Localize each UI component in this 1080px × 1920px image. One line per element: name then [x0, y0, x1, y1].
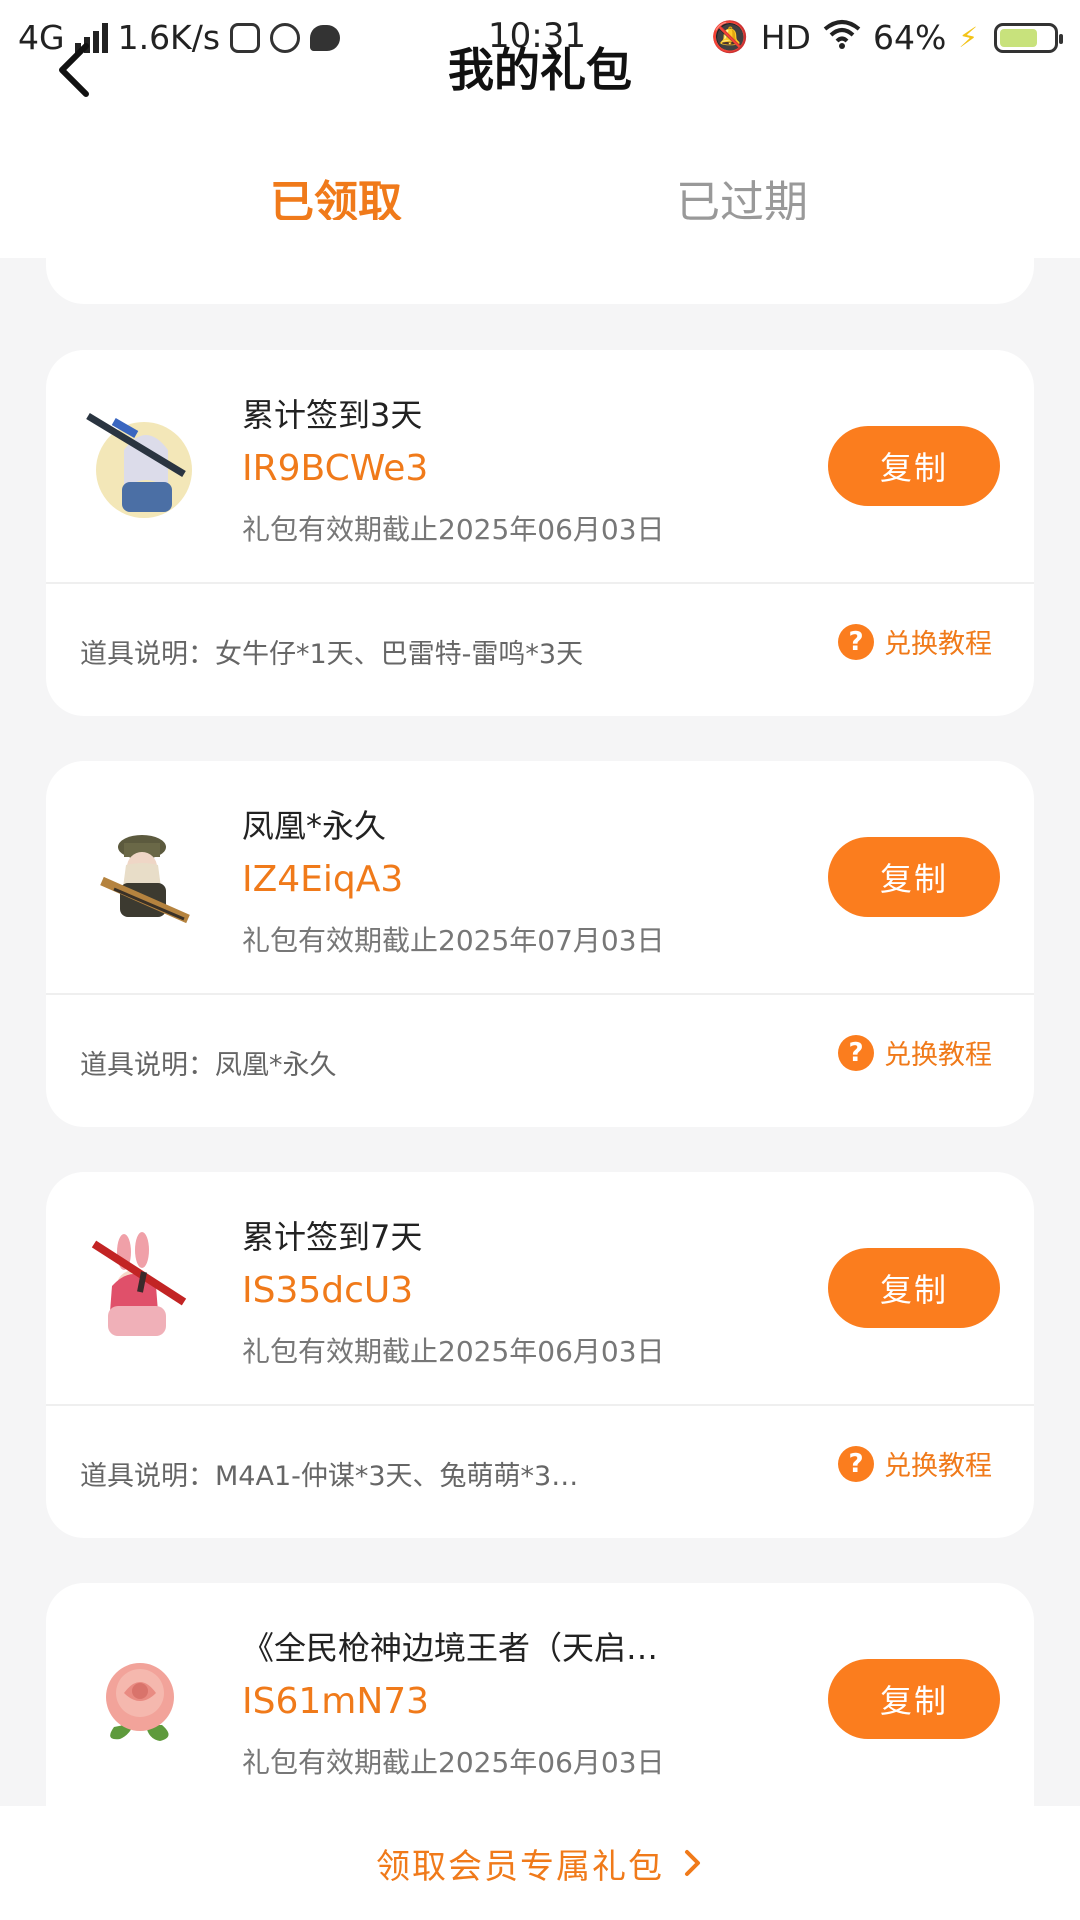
item-description: 道具说明：M4A1-仲谋*3天、兔萌萌*3…	[80, 1461, 579, 1492]
copy-button[interactable]: 复制	[828, 837, 1000, 917]
chevron-right-icon	[685, 1850, 700, 1876]
gift-code: IS35dcU3	[242, 1270, 414, 1311]
gift-code: IR9BCWe3	[242, 448, 429, 489]
gift-expiry: 礼包有效期截止2025年06月03日	[242, 1746, 665, 1779]
gift-card: 累计签到7天 IS35dcU3 礼包有效期截止2025年06月03日 复制 道具…	[46, 1172, 1034, 1538]
redeem-tutorial-label: 兑换教程	[884, 629, 992, 660]
gift-card-upper: 累计签到3天 IR9BCWe3 礼包有效期截止2025年06月03日 复制	[46, 350, 1034, 582]
gift-expiry: 礼包有效期截止2025年07月03日	[242, 924, 665, 957]
question-icon: ?	[838, 623, 874, 660]
bunny-character-rifle-icon	[84, 1232, 194, 1342]
gift-card-upper: 累计签到7天 IS35dcU3 礼包有效期截止2025年06月03日 复制	[46, 1172, 1034, 1404]
gift-title: 《全民枪神边境王者（天启…	[242, 1629, 659, 1667]
question-icon: ?	[838, 1034, 874, 1071]
divider	[46, 1404, 1034, 1406]
gift-title: 累计签到7天	[242, 1218, 423, 1256]
character-sniper-icon	[84, 410, 194, 520]
gift-expiry: 礼包有效期截止2025年06月03日	[242, 513, 665, 546]
gift-code: IS61mN73	[242, 1681, 430, 1722]
gift-card-upper: 《全民枪神边境王者（天启… IS61mN73 礼包有效期截止2025年06月03…	[46, 1583, 1034, 1815]
copy-button[interactable]: 复制	[828, 426, 1000, 506]
copy-button[interactable]: 复制	[828, 1659, 1000, 1739]
item-description: 道具说明：女牛仔*1天、巴雷特-雷鸣*3天	[80, 639, 584, 670]
divider	[46, 993, 1034, 995]
page-title: 我的礼包	[448, 43, 632, 97]
item-description: 道具说明：凤凰*永久	[80, 1050, 337, 1081]
gift-expiry: 礼包有效期截止2025年06月03日	[242, 1335, 665, 1368]
gift-card-upper: 凤凰*永久 IZ4EiqA3 礼包有效期截止2025年07月03日 复制	[46, 761, 1034, 993]
gift-card: 《全民枪神边境王者（天启… IS61mN73 礼包有效期截止2025年06月03…	[46, 1583, 1034, 1823]
redeem-tutorial-link[interactable]: ? 兑换教程	[838, 622, 992, 661]
gift-title: 累计签到3天	[242, 396, 423, 434]
divider	[46, 582, 1034, 584]
redeem-tutorial-link[interactable]: ? 兑换教程	[838, 1444, 992, 1483]
gift-card: 累计签到3天 IR9BCWe3 礼包有效期截止2025年06月03日 复制 道具…	[46, 350, 1034, 716]
rose-icon	[84, 1643, 194, 1753]
gift-code: IZ4EiqA3	[242, 859, 404, 900]
redeem-tutorial-label: 兑换教程	[884, 1451, 992, 1482]
character-rifle-icon	[84, 821, 194, 931]
redeem-tutorial-link[interactable]: ? 兑换教程	[838, 1033, 992, 1072]
gift-card: 凤凰*永久 IZ4EiqA3 礼包有效期截止2025年07月03日 复制 道具说…	[46, 761, 1034, 1127]
member-gift-bar[interactable]: 领取会员专属礼包	[0, 1806, 1080, 1920]
question-icon: ?	[838, 1445, 874, 1482]
copy-button[interactable]: 复制	[828, 1248, 1000, 1328]
previous-card-bottom	[46, 220, 1034, 304]
gift-title: 凤凰*永久	[242, 807, 387, 845]
member-gift-link[interactable]: 领取会员专属礼包	[376, 1839, 664, 1888]
redeem-tutorial-label: 兑换教程	[884, 1040, 992, 1071]
